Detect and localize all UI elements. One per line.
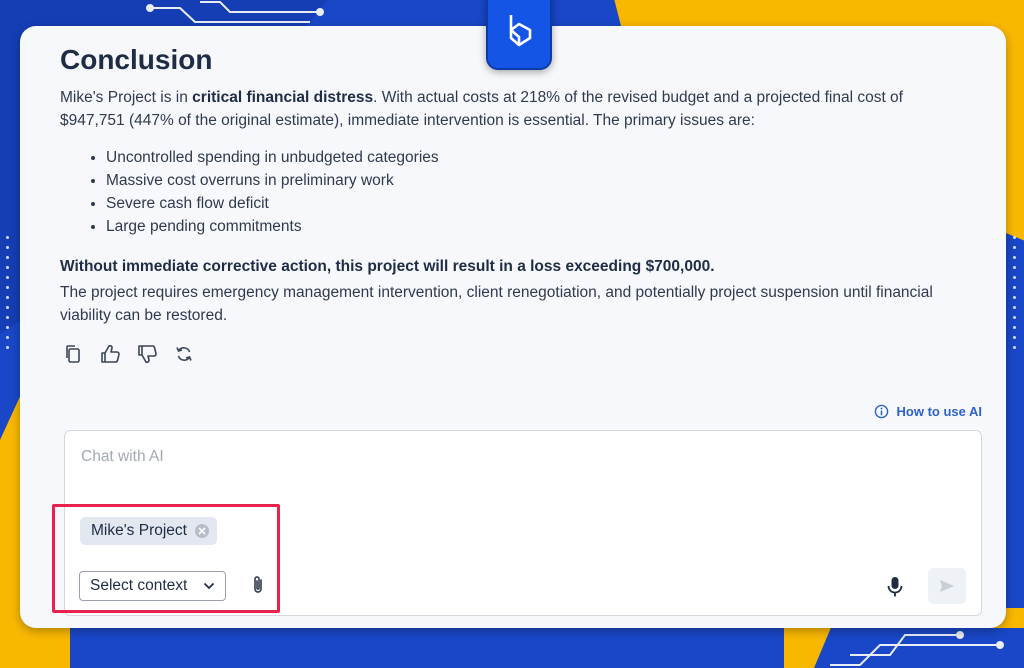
emphasis-text: critical financial distress xyxy=(192,89,374,106)
dots-decoration-right xyxy=(1013,236,1016,349)
select-context-dropdown[interactable]: Select context xyxy=(79,571,226,601)
intro-paragraph: Mike's Project is in critical financial … xyxy=(60,89,903,129)
list-item: Uncontrolled spending in unbudgeted cate… xyxy=(106,146,439,169)
info-icon xyxy=(874,404,888,419)
voice-input-button[interactable] xyxy=(886,575,904,604)
list-item: Massive cost overruns in preliminary wor… xyxy=(106,169,439,192)
thumbs-down-icon[interactable] xyxy=(136,343,158,365)
section-title: Conclusion xyxy=(60,44,213,75)
list-item: Large pending commitments xyxy=(106,215,439,238)
remove-context-icon[interactable] xyxy=(194,524,209,538)
context-chip-label: Mike's Project xyxy=(91,522,187,539)
brand-logo xyxy=(486,0,552,70)
circuit-decoration-bottom xyxy=(830,631,1004,666)
select-context-label: Select context xyxy=(90,577,188,594)
how-to-use-ai-label: How to use AI xyxy=(896,404,982,419)
copy-icon[interactable] xyxy=(62,343,84,365)
ai-chat-panel: Conclusion Mike's Project is in critical… xyxy=(20,26,1006,628)
chat-input[interactable] xyxy=(79,447,783,467)
list-item: Severe cash flow deficit xyxy=(106,192,439,215)
message-actions xyxy=(62,343,195,365)
warning-text: Without immediate corrective action, thi… xyxy=(60,258,715,275)
how-to-use-ai-link[interactable]: How to use AI xyxy=(874,404,982,419)
issues-list: Uncontrolled spending in unbudgeted cate… xyxy=(84,146,439,238)
thumbs-up-icon[interactable] xyxy=(99,343,121,365)
attach-file-button[interactable] xyxy=(250,574,266,601)
context-chip: Mike's Project xyxy=(80,517,217,545)
dots-decoration-left xyxy=(6,236,9,349)
chevron-down-icon xyxy=(203,582,215,590)
recommendation-text: The project requires emergency managemen… xyxy=(60,284,933,324)
microphone-icon xyxy=(887,577,903,597)
paperclip-icon xyxy=(254,576,262,593)
send-icon xyxy=(940,580,954,592)
regenerate-icon[interactable] xyxy=(173,343,195,365)
send-button[interactable] xyxy=(928,568,966,604)
cube-logo-icon xyxy=(509,15,532,47)
